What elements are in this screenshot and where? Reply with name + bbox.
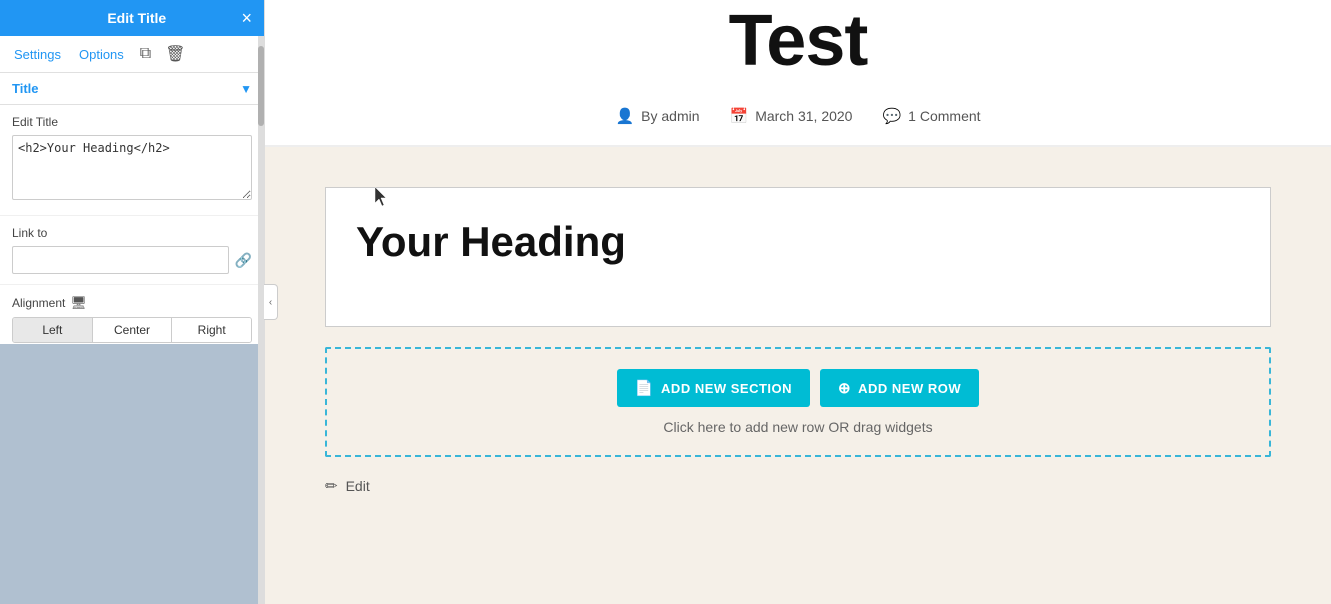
comment-icon: 💬 (882, 107, 901, 125)
comments-meta: 💬 1 Comment (882, 107, 980, 125)
edit-bar[interactable]: ✏ Edit (325, 477, 1271, 495)
author-label: By admin (641, 108, 699, 124)
panel-scrollbar[interactable] (258, 36, 264, 604)
link-to-input[interactable] (12, 246, 229, 274)
monitor-icon: 🖥 (70, 295, 87, 311)
add-area: 📄 ADD NEW SECTION ⊕ ADD NEW ROW Click he… (325, 347, 1271, 457)
title-textarea[interactable]: <h2>Your Heading</h2> (12, 135, 252, 200)
panel-header: Edit Title × (0, 0, 264, 36)
edit-label: Edit (346, 478, 370, 494)
add-section-label: ADD NEW SECTION (661, 381, 792, 396)
title-section-header[interactable]: Title ▼ (0, 73, 264, 105)
collapse-handle[interactable]: ‹ (264, 284, 278, 320)
comments-label: 1 Comment (908, 108, 980, 124)
date-meta: 📅 March 31, 2020 (730, 107, 853, 125)
alignment-text: Alignment (12, 296, 65, 310)
alignment-buttons: Left Center Right (12, 317, 252, 343)
add-row-icon: ⊕ (838, 379, 851, 397)
link-icon[interactable]: 🔗 (235, 252, 252, 269)
main-area: Test 👤 By admin 📅 March 31, 2020 💬 1 Com… (265, 0, 1331, 604)
align-right-button[interactable]: Right (172, 318, 251, 342)
panel-title: Edit Title (32, 10, 241, 26)
date-label: March 31, 2020 (755, 108, 852, 124)
copy-icon[interactable]: ⧉ (138, 43, 153, 65)
cursor-icon (375, 187, 391, 209)
edit-title-group: Edit Title <h2>Your Heading</h2> (0, 105, 264, 216)
author-icon: 👤 (615, 107, 634, 125)
delete-icon[interactable]: 🗑 (163, 42, 187, 66)
post-meta: 👤 By admin 📅 March 31, 2020 💬 1 Comment (265, 92, 1331, 147)
panel-tabs: Settings Options ⧉ 🗑 (0, 36, 264, 73)
add-buttons-row: 📄 ADD NEW SECTION ⊕ ADD NEW ROW (617, 369, 979, 407)
link-to-row: 🔗 (12, 246, 252, 274)
link-to-label: Link to (12, 226, 252, 240)
panel-body: Title ▼ Edit Title <h2>Your Heading</h2>… (0, 73, 264, 344)
alignment-label: Alignment 🖥 (12, 295, 252, 311)
edit-title-label: Edit Title (12, 115, 252, 129)
title-section-label: Title (12, 81, 39, 96)
title-chevron-icon: ▼ (240, 82, 252, 96)
add-section-button[interactable]: 📄 ADD NEW SECTION (617, 369, 810, 407)
panel-scrollbar-thumb[interactable] (258, 46, 264, 126)
link-to-group: Link to 🔗 (0, 216, 264, 285)
panel-close-button[interactable]: × (241, 9, 252, 27)
heading-widget[interactable]: Your Heading (325, 187, 1271, 327)
settings-tab[interactable]: Settings (10, 45, 65, 64)
align-left-button[interactable]: Left (13, 318, 93, 342)
add-row-label: ADD NEW ROW (858, 381, 961, 396)
align-center-button[interactable]: Center (93, 318, 173, 342)
add-row-button[interactable]: ⊕ ADD NEW ROW (820, 369, 979, 407)
page-body: Your Heading 📄 ADD NEW SECTION ⊕ ADD NEW… (265, 147, 1331, 515)
post-title: Test (265, 0, 1331, 92)
panel-lower (0, 344, 264, 604)
left-panel: Edit Title × Settings Options ⧉ 🗑 Title … (0, 0, 265, 604)
calendar-icon: 📅 (730, 107, 749, 125)
heading-display: Your Heading (356, 218, 1240, 266)
author-meta: 👤 By admin (615, 107, 699, 125)
add-hint-text: Click here to add new row OR drag widget… (663, 419, 932, 435)
alignment-section: Alignment 🖥 Left Center Right (0, 285, 264, 344)
edit-pencil-icon: ✏ (325, 477, 338, 495)
add-section-icon: 📄 (635, 379, 654, 397)
options-tab[interactable]: Options (75, 45, 128, 64)
